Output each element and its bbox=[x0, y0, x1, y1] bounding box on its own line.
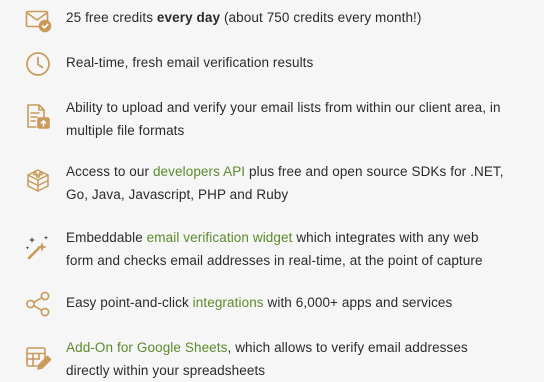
google-sheets-addon-link[interactable]: Add-On for Google Sheets bbox=[66, 340, 228, 355]
email-verification-widget-link[interactable]: email verification widget bbox=[147, 230, 293, 245]
email-check-icon bbox=[24, 6, 52, 34]
feature-text: Access to our developers API plus free a… bbox=[66, 164, 504, 202]
feature-text: Add-On for Google Sheets, which allows t… bbox=[66, 340, 468, 378]
spreadsheet-edit-icon bbox=[24, 344, 52, 372]
magic-wand-icon bbox=[24, 233, 52, 261]
feature-text: Embeddable email verification widget whi… bbox=[66, 230, 483, 268]
feature-text: Easy point-and-click integrations with 6… bbox=[66, 295, 453, 310]
developers-api-link[interactable]: developers API bbox=[153, 164, 245, 179]
file-upload-icon bbox=[24, 102, 52, 130]
share-nodes-icon bbox=[24, 290, 52, 318]
feature-list: 25 free credits every day (about 750 cre… bbox=[0, 0, 544, 378]
feature-text: 25 free credits every day (about 750 cre… bbox=[66, 10, 422, 25]
clock-icon bbox=[24, 50, 52, 78]
feature-text: Ability to upload and verify your email … bbox=[66, 100, 501, 138]
feature-text: Real-time, fresh email verification resu… bbox=[66, 55, 314, 70]
integrations-link[interactable]: integrations bbox=[193, 295, 264, 310]
sdk-blocks-icon bbox=[24, 167, 52, 195]
